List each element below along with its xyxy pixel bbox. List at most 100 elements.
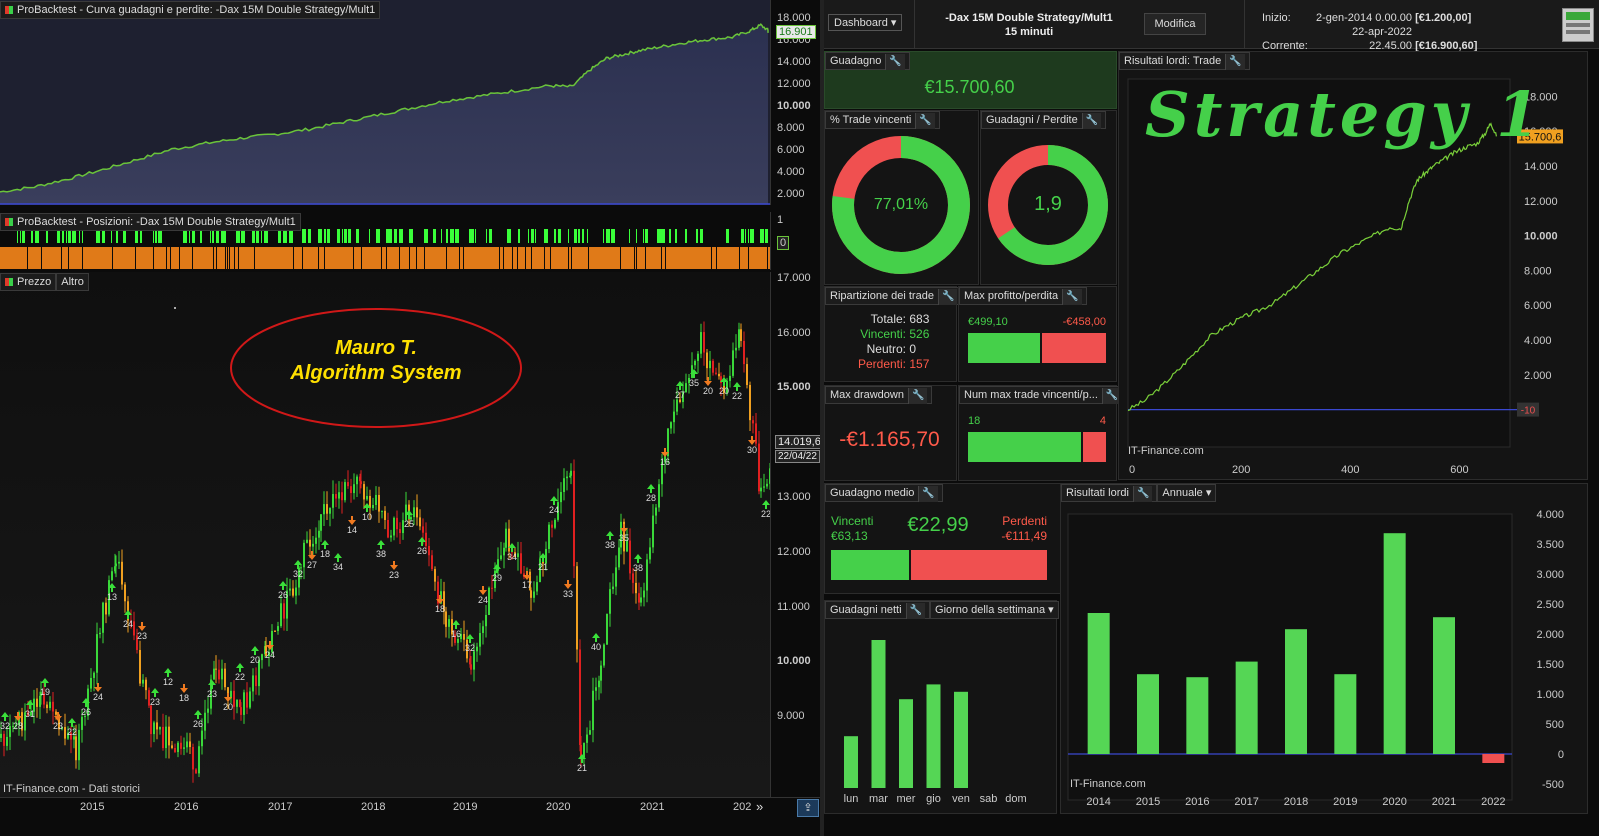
position-long-bar <box>675 229 677 243</box>
trade-arrow-icon <box>748 436 756 445</box>
price-candle <box>766 483 768 487</box>
trade-count-label: 29 <box>492 573 502 583</box>
panel-color-icon <box>5 218 13 227</box>
price-candle <box>390 535 392 538</box>
position-long-bar <box>745 229 746 243</box>
tab-other-label: Altro <box>61 276 84 288</box>
price-candle <box>579 649 581 745</box>
wrench-icon[interactable]: 🔧 <box>915 113 935 129</box>
price-candle <box>431 555 433 570</box>
wrench-icon[interactable]: 🔧 <box>885 54 905 70</box>
position-long-bar <box>603 229 604 243</box>
price-candle <box>233 690 235 707</box>
price-candle <box>685 383 687 393</box>
trade-count-label: 28 <box>646 493 656 503</box>
trades-source-note: IT-Finance.com <box>1128 445 1204 457</box>
price-candle <box>186 741 188 748</box>
wrench-icon[interactable]: 🔧 <box>937 289 958 305</box>
avg-loss-value: -€111,49 <box>1001 529 1047 543</box>
trade-arrow-icon <box>592 633 600 642</box>
annual-y-tick: 3.500 <box>1536 539 1564 551</box>
price-dot <box>174 307 176 309</box>
trade-count-label: 27 <box>675 390 685 400</box>
position-long-bar <box>31 229 33 243</box>
equity-axis-label: 10.000 <box>777 100 811 112</box>
weekday-bar <box>954 691 968 788</box>
win-pct-title-text: % Trade vincenti <box>830 114 912 126</box>
annual-y-tick: -500 <box>1542 779 1564 791</box>
wrench-icon[interactable]: 🔧 <box>1062 289 1082 305</box>
position-long-bar <box>399 229 403 243</box>
weekday-label: dom <box>1005 793 1026 805</box>
position-long-bar <box>256 229 259 243</box>
wrench-icon[interactable]: 🔧 <box>1081 113 1102 129</box>
price-candle <box>649 547 651 560</box>
price-axis-label: 16.000 <box>777 327 811 339</box>
price-candle <box>463 634 465 640</box>
price-candle <box>215 668 217 670</box>
weekday-title: Guadagni netti 🔧 <box>825 601 931 619</box>
trade-arrow-icon <box>647 484 655 493</box>
trade-arrow-icon <box>151 688 159 697</box>
weekday-title-text: Guadagni netti <box>830 604 902 616</box>
price-candle <box>743 340 745 365</box>
price-candle <box>758 443 760 492</box>
price-candle <box>746 364 748 385</box>
trade-count-label: 23 <box>137 631 147 641</box>
win-pct-title: % Trade vincenti 🔧 <box>825 111 940 129</box>
trade-count-label: 24 <box>549 505 559 515</box>
position-long-bar <box>394 229 397 243</box>
scroll-right-icon[interactable]: » <box>756 799 763 814</box>
trade-count-label: 26 <box>193 719 203 729</box>
wrench-icon[interactable]: 🔧 <box>918 486 938 502</box>
report-icon[interactable] <box>1562 8 1594 42</box>
price-candle <box>470 664 472 670</box>
breakdown-title-text: Ripartizione dei trade <box>830 290 934 302</box>
position-long-bar <box>66 229 67 243</box>
price-candle <box>142 679 144 684</box>
position-gap <box>711 247 712 269</box>
price-candle <box>171 745 173 748</box>
streak-wins: 18 <box>968 415 981 427</box>
modify-button[interactable]: Modifica <box>1144 13 1206 35</box>
equity-curve-title: ProBacktest - Curva guadagni e perdite: … <box>0 1 381 19</box>
position-long-bar <box>767 229 768 243</box>
breakdown-label: Totale: <box>870 312 906 326</box>
trade-arrow-icon <box>138 622 146 631</box>
price-candle <box>318 530 320 538</box>
wrench-icon[interactable]: 🔧 <box>905 603 926 619</box>
annual-bar-chart: 2014 2015 2016 2017 2018 2019 2020 2021 2022 4.00… <box>1067 509 1564 808</box>
annual-x-tick: 2022 <box>1481 796 1505 808</box>
breakdown-label: Perdenti: <box>857 357 906 371</box>
wrench-icon[interactable]: 🔧 <box>907 388 928 404</box>
position-gap <box>767 247 768 269</box>
price-candle <box>240 707 242 715</box>
price-candle <box>162 726 164 749</box>
trade-count-label: 24 <box>93 692 103 702</box>
position-long-bar <box>342 229 343 243</box>
position-long-bar <box>587 229 588 243</box>
dashboard-dropdown[interactable]: Dashboard ▾ <box>828 14 903 31</box>
position-long-bar <box>216 229 219 243</box>
position-long-bar <box>183 229 187 243</box>
annual-y-tick: 2.500 <box>1536 599 1564 611</box>
price-candle <box>694 360 696 366</box>
weekday-dropdown[interactable]: Giorno della settimana ▾ <box>930 601 1059 619</box>
tab-price[interactable]: Prezzo <box>0 273 57 291</box>
position-long-bar <box>544 229 548 243</box>
time-axis-label: 2017 <box>268 801 293 813</box>
annual-y-tick: 2.000 <box>1536 629 1564 641</box>
position-gap <box>416 247 417 269</box>
position-long-bar <box>82 229 83 243</box>
position-long-bar <box>116 229 118 243</box>
price-candle <box>90 677 92 689</box>
position-long-bar <box>327 229 330 243</box>
tab-other[interactable]: Altro <box>56 273 89 291</box>
price-candle <box>384 510 386 520</box>
scroll-to-end-icon[interactable]: ⇪ <box>797 799 819 817</box>
price-candle <box>457 639 459 643</box>
position-gap <box>645 247 646 269</box>
max-pl-title-text: Max profitto/perdita <box>964 290 1059 302</box>
position-gap <box>82 247 83 269</box>
trade-count-label: 20 <box>250 655 260 665</box>
